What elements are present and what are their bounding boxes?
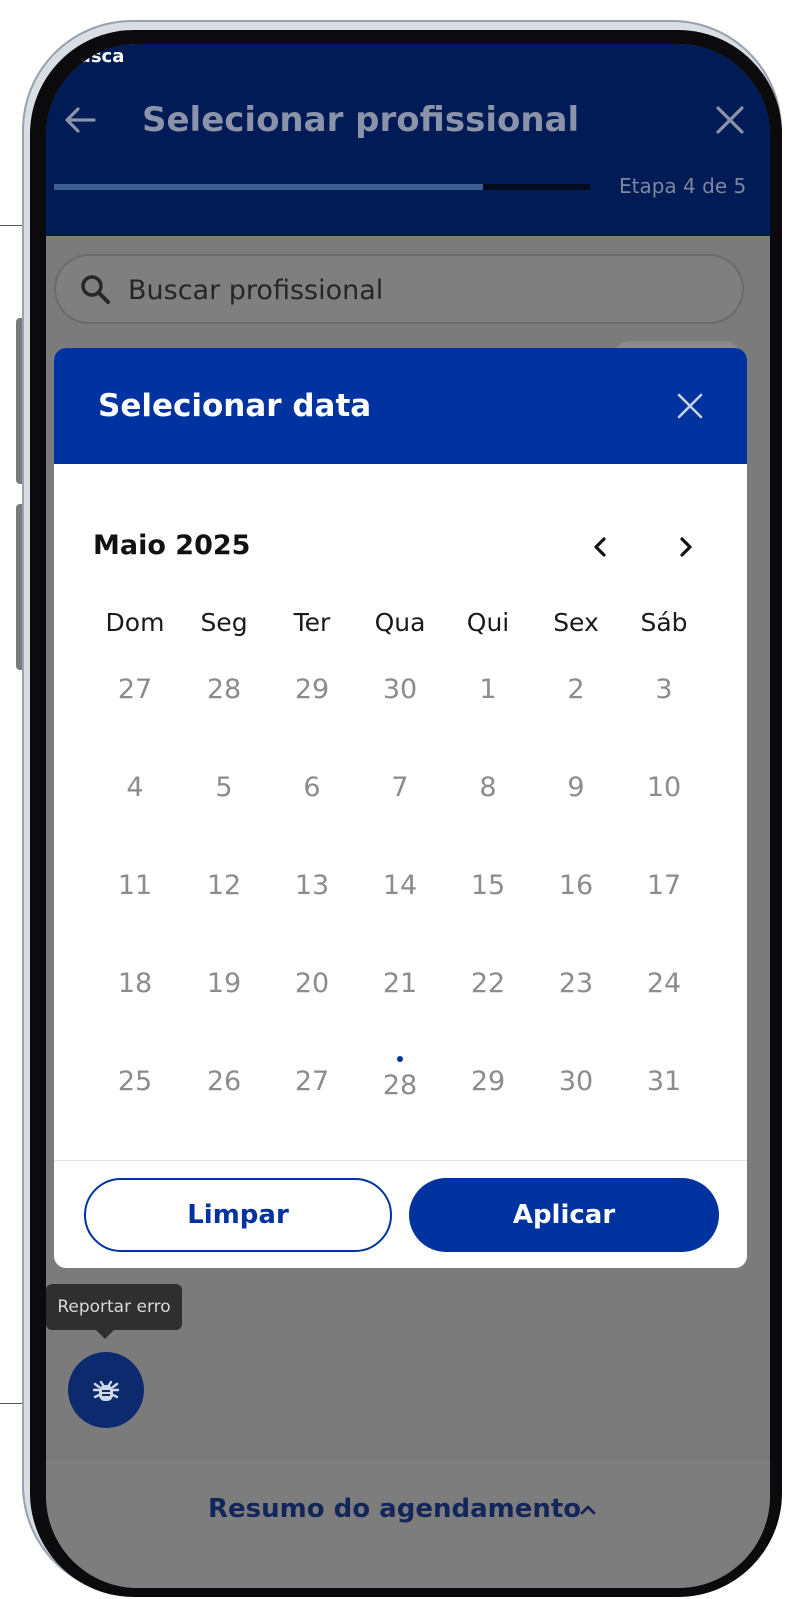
calendar-day[interactable]: 10 bbox=[620, 772, 708, 803]
calendar-day[interactable]: 11 bbox=[91, 870, 179, 901]
modal-close-icon[interactable] bbox=[674, 390, 706, 422]
calendar-day[interactable]: 18 bbox=[91, 968, 179, 999]
weekday-label: Sáb bbox=[640, 608, 688, 637]
date-picker-modal: Selecionar data Maio 2025 Dom Seg Ter Qua Qu… bbox=[54, 348, 747, 1268]
status-bar-text: usca bbox=[78, 46, 125, 67]
calendar-day[interactable]: 30 bbox=[532, 1066, 620, 1097]
calendar-day[interactable]: 19 bbox=[180, 968, 268, 999]
calendar-day[interactable]: 28 bbox=[180, 674, 268, 705]
weekday-label: Dom bbox=[105, 608, 165, 637]
calendar-day[interactable]: 29 bbox=[268, 674, 356, 705]
step-indicator: Etapa 4 de 5 bbox=[619, 174, 747, 198]
tooltip-arrow bbox=[96, 1330, 114, 1339]
calendar-day[interactable]: 29 bbox=[444, 1066, 532, 1097]
calendar-day[interactable]: 22 bbox=[444, 968, 532, 999]
calendar-day[interactable]: 4 bbox=[91, 772, 179, 803]
calendar-day[interactable]: 3 bbox=[620, 674, 708, 705]
weekday-label: Ter bbox=[293, 608, 331, 637]
calendar-day[interactable]: 9 bbox=[532, 772, 620, 803]
close-icon[interactable] bbox=[710, 100, 750, 140]
calendar-day[interactable]: 6 bbox=[268, 772, 356, 803]
bug-icon bbox=[92, 1380, 120, 1401]
calendar-day[interactable]: 14 bbox=[356, 870, 444, 901]
chevron-left-icon[interactable] bbox=[584, 530, 618, 564]
calendar-day[interactable]: 12 bbox=[180, 870, 268, 901]
modal-divider bbox=[54, 1160, 747, 1161]
today-indicator-dot bbox=[397, 1056, 403, 1062]
calendar-day[interactable]: 27 bbox=[268, 1066, 356, 1097]
modal-header: Selecionar data bbox=[54, 348, 747, 464]
calendar-day[interactable]: 21 bbox=[356, 968, 444, 999]
calendar-day[interactable]: 8 bbox=[444, 772, 532, 803]
calendar-day[interactable]: 7 bbox=[356, 772, 444, 803]
chevron-right-icon[interactable] bbox=[668, 530, 702, 564]
calendar-day[interactable]: 5 bbox=[180, 772, 268, 803]
calendar-day[interactable]: 13 bbox=[268, 870, 356, 901]
page-title: Selecionar profissional bbox=[142, 100, 580, 140]
arrow-left-icon[interactable] bbox=[60, 100, 100, 140]
clear-button[interactable]: Limpar bbox=[84, 1178, 392, 1252]
report-error-button[interactable] bbox=[68, 1352, 144, 1428]
month-label: Maio 2025 bbox=[93, 530, 251, 561]
appointment-summary-bar[interactable]: Resumo do agendamento bbox=[46, 1457, 770, 1588]
calendar-day[interactable]: 20 bbox=[268, 968, 356, 999]
calendar-day[interactable]: 24 bbox=[620, 968, 708, 999]
calendar-day[interactable]: 26 bbox=[180, 1066, 268, 1097]
progress-bar bbox=[54, 184, 590, 190]
weekday-label: Seg bbox=[200, 608, 248, 637]
weekday-label: Qui bbox=[466, 608, 510, 637]
calendar-day[interactable]: 30 bbox=[356, 674, 444, 705]
modal-title: Selecionar data bbox=[98, 388, 372, 424]
summary-label: Resumo do agendamento bbox=[208, 1494, 582, 1524]
chevron-up-icon[interactable] bbox=[576, 1498, 600, 1522]
search-icon bbox=[78, 272, 112, 306]
search-input[interactable] bbox=[126, 268, 710, 312]
search-field[interactable] bbox=[54, 254, 744, 324]
calendar-day[interactable]: 28 bbox=[356, 1070, 444, 1101]
calendar-day[interactable]: 16 bbox=[532, 870, 620, 901]
calendar-day[interactable]: 2 bbox=[532, 674, 620, 705]
weekday-label: Qua bbox=[374, 608, 426, 637]
calendar-day[interactable]: 27 bbox=[91, 674, 179, 705]
calendar-day[interactable]: 25 bbox=[91, 1066, 179, 1097]
calendar-day[interactable]: 23 bbox=[532, 968, 620, 999]
progress-fill bbox=[54, 184, 483, 190]
calendar-day[interactable]: 15 bbox=[444, 870, 532, 901]
report-error-tooltip: Reportar erro bbox=[46, 1284, 182, 1330]
apply-button[interactable]: Aplicar bbox=[409, 1178, 719, 1252]
app-screen: usca Selecionar profissional Etapa 4 de … bbox=[46, 44, 770, 1588]
calendar-day[interactable]: 31 bbox=[620, 1066, 708, 1097]
calendar-day[interactable]: 17 bbox=[620, 870, 708, 901]
calendar-day[interactable]: 1 bbox=[444, 674, 532, 705]
weekday-label: Sex bbox=[553, 608, 599, 637]
app-header: usca Selecionar profissional Etapa 4 de … bbox=[46, 44, 770, 236]
